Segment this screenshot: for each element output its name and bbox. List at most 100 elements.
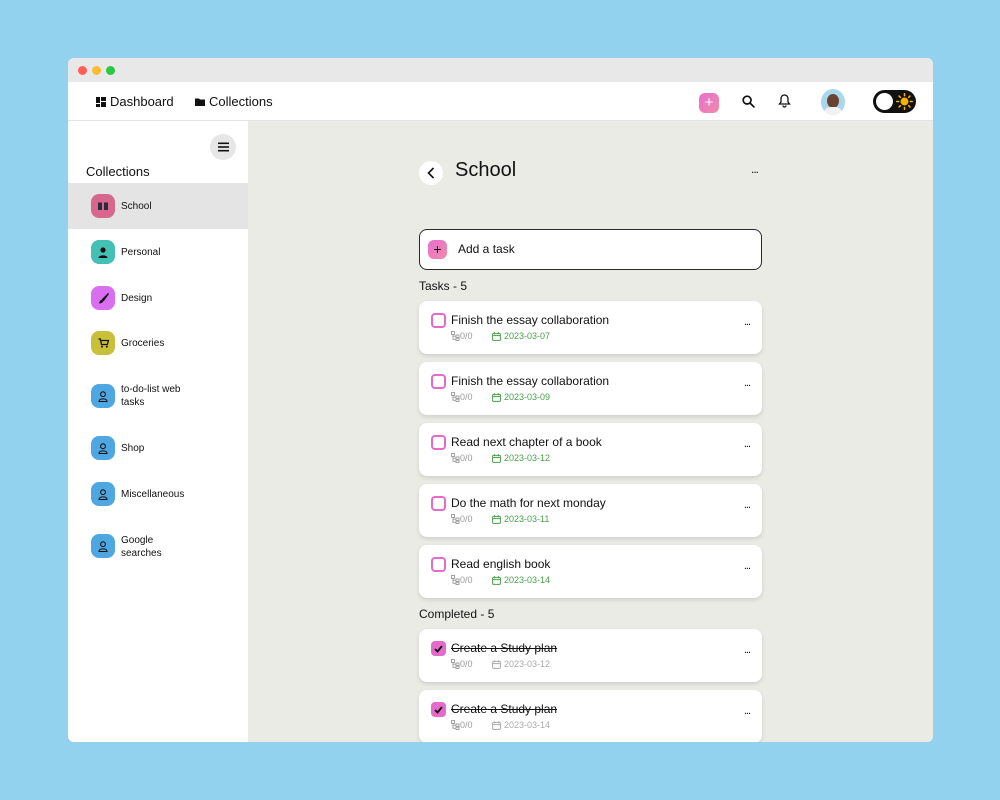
minimize-window-dot[interactable] xyxy=(92,65,101,75)
nav-dashboard-label: Dashboard xyxy=(110,94,174,109)
task-more-button[interactable]: ... xyxy=(744,438,751,450)
task-card[interactable]: Read next chapter of a book 0/0 2023-03-… xyxy=(419,423,762,476)
nav-dashboard[interactable]: Dashboard xyxy=(96,94,174,109)
task-checkbox[interactable] xyxy=(431,313,446,328)
user-outline-icon xyxy=(91,482,115,506)
task-date-text: 2023-03-09 xyxy=(504,392,551,402)
task-checkbox-checked[interactable] xyxy=(431,641,446,656)
subtask-count: 0/0 xyxy=(460,453,473,463)
sidebar-item-miscellaneous[interactable]: Miscellaneous xyxy=(68,473,248,519)
completed-task-card[interactable]: Create a Study plan 0/0 2023-03-12 ... xyxy=(419,629,762,682)
sidebar-item-groceries[interactable]: Groceries xyxy=(68,321,248,367)
sidebar-item-google-searches[interactable]: Google searches xyxy=(68,519,248,575)
subtask-icon xyxy=(451,575,460,585)
sidebar-item-school[interactable]: School xyxy=(68,183,248,229)
sidebar-item-label: Shop xyxy=(121,443,145,454)
sidebar-item-label: to-do-list web tasks xyxy=(121,384,181,408)
check-icon xyxy=(434,644,443,653)
sidebar-title: Collections xyxy=(86,164,150,179)
task-more-button[interactable]: ... xyxy=(744,377,751,389)
subtask-icon xyxy=(451,659,460,669)
task-date-text: 2023-03-14 xyxy=(504,720,551,730)
subtask-count: 0/0 xyxy=(460,659,473,669)
more-options-button[interactable]: ... xyxy=(751,162,759,176)
user-outline-icon xyxy=(91,436,115,460)
subtask-count: 0/0 xyxy=(460,331,473,341)
task-date-text: 2023-03-12 xyxy=(504,659,551,669)
add-task-label: Add a task xyxy=(458,242,515,256)
back-button[interactable] xyxy=(419,161,443,185)
subtask-count: 0/0 xyxy=(460,392,473,402)
task-checkbox[interactable] xyxy=(431,557,446,572)
task-title: Do the math for next monday xyxy=(451,496,606,510)
task-card[interactable]: Finish the essay collaboration 0/0 2023-… xyxy=(419,362,762,415)
search-icon[interactable] xyxy=(742,95,755,108)
maximize-window-dot[interactable] xyxy=(106,65,115,75)
task-subtasks: 0/0 xyxy=(451,720,473,730)
close-window-dot[interactable] xyxy=(78,65,87,75)
task-title: Finish the essay collaboration xyxy=(451,313,610,327)
sidebar-item-personal[interactable]: Personal xyxy=(68,229,248,275)
subtask-count: 0/0 xyxy=(460,575,473,585)
main-panel: School ... + Add a task Tasks - 5 Finish… xyxy=(248,121,933,742)
nav-collections-label: Collections xyxy=(209,94,273,109)
task-card[interactable]: Read english book 0/0 2023-03-14 ... xyxy=(419,545,762,598)
calendar-icon xyxy=(492,392,501,402)
task-more-button[interactable]: ... xyxy=(744,644,751,656)
task-due-date: 2023-03-12 xyxy=(492,659,550,669)
bell-icon[interactable] xyxy=(778,94,791,108)
toggle-knob xyxy=(876,93,893,110)
user-outline-icon xyxy=(91,384,115,408)
sidebar-item-shop[interactable]: Shop xyxy=(68,427,248,473)
sun-icon xyxy=(896,93,913,110)
task-checkbox-checked[interactable] xyxy=(431,702,446,717)
task-card[interactable]: Do the math for next monday 0/0 2023-03-… xyxy=(419,484,762,537)
subtask-count: 0/0 xyxy=(460,720,473,730)
task-more-button[interactable]: ... xyxy=(744,499,751,511)
subtask-icon xyxy=(451,331,460,341)
task-title: Create a Study plan xyxy=(451,641,558,655)
task-title: Read english book xyxy=(451,557,551,571)
avatar[interactable] xyxy=(821,89,845,115)
task-checkbox[interactable] xyxy=(431,435,446,450)
plus-icon: + xyxy=(704,94,714,111)
task-due-date: 2023-03-14 xyxy=(492,575,550,585)
task-card[interactable]: Finish the essay collaboration 0/0 2023-… xyxy=(419,301,762,354)
task-date-text: 2023-03-12 xyxy=(504,453,551,463)
add-collection-button[interactable]: + xyxy=(699,93,719,113)
add-task-button[interactable]: + Add a task xyxy=(419,229,762,270)
person-icon xyxy=(91,240,115,264)
theme-toggle[interactable] xyxy=(873,90,916,113)
task-more-button[interactable]: ... xyxy=(744,316,751,328)
subtask-count: 0/0 xyxy=(460,514,473,524)
task-more-button[interactable]: ... xyxy=(744,560,751,572)
sidebar-item-to-do-list-web-tasks[interactable]: to-do-list web tasks xyxy=(68,367,248,427)
task-due-date: 2023-03-12 xyxy=(492,453,550,463)
app-window: Dashboard Collections + Collections Scho… xyxy=(68,58,933,742)
nav-collections[interactable]: Collections xyxy=(195,94,273,109)
calendar-icon xyxy=(492,720,501,730)
task-subtasks: 0/0 xyxy=(451,392,473,402)
sidebar-item-design[interactable]: Design xyxy=(68,275,248,321)
task-more-button[interactable]: ... xyxy=(744,705,751,717)
sidebar-item-label: School xyxy=(121,201,152,212)
task-due-date: 2023-03-11 xyxy=(492,514,549,524)
user-outline-icon xyxy=(91,534,115,558)
completed-task-card[interactable]: Create a Study plan 0/0 2023-03-14 ... xyxy=(419,690,762,742)
calendar-icon xyxy=(492,659,501,669)
sidebar: Collections School Personal Design Groce… xyxy=(68,121,248,742)
menu-button[interactable] xyxy=(210,134,236,160)
task-checkbox[interactable] xyxy=(431,496,446,511)
sidebar-item-label: Miscellaneous xyxy=(121,489,185,500)
task-title: Finish the essay collaboration xyxy=(451,374,610,388)
calendar-icon xyxy=(492,514,501,524)
sidebar-item-label: Personal xyxy=(121,247,161,258)
task-checkbox[interactable] xyxy=(431,374,446,389)
page-title: School xyxy=(455,159,517,181)
subtask-icon xyxy=(451,392,460,402)
dashboard-icon xyxy=(96,96,106,107)
task-date-text: 2023-03-11 xyxy=(504,514,550,524)
task-date-text: 2023-03-14 xyxy=(504,575,551,585)
task-subtasks: 0/0 xyxy=(451,659,473,669)
task-due-date: 2023-03-14 xyxy=(492,720,550,730)
